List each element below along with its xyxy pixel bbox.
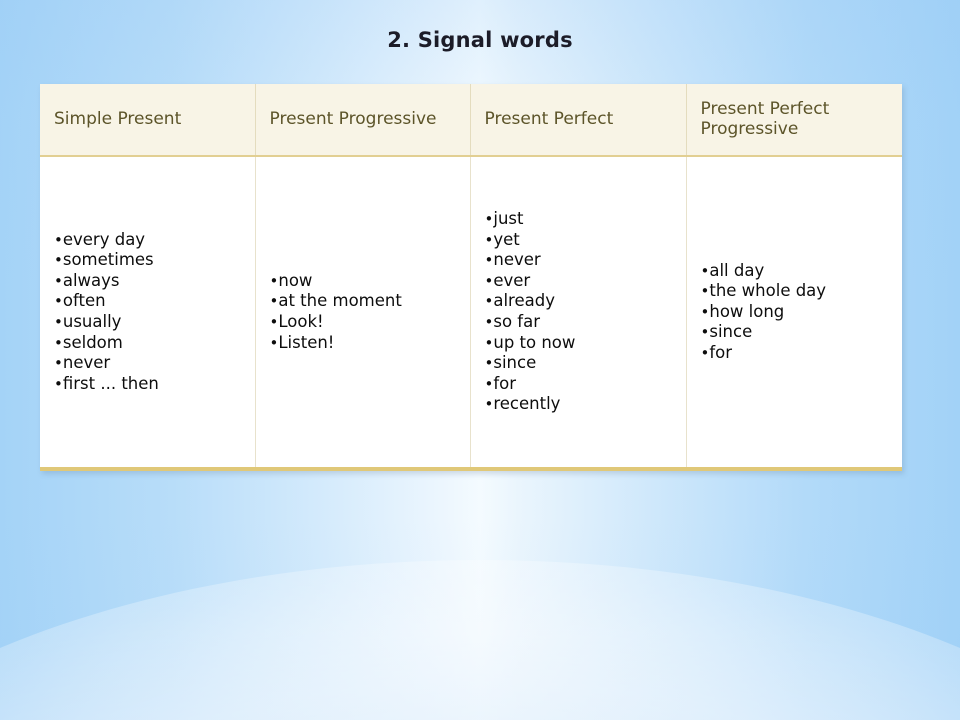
slide-canvas: 2. Signal words Simple Present Present P… bbox=[0, 0, 960, 720]
list-item-label: seldom bbox=[62, 332, 123, 352]
list-item: •how long bbox=[701, 302, 903, 323]
list-item: •so far bbox=[485, 312, 686, 333]
list-item: •Look! bbox=[270, 312, 470, 333]
bullet-list-present-perfect: •just •yet •never •ever •already •so far •up t… bbox=[485, 209, 686, 414]
list-item: •often bbox=[54, 291, 255, 312]
list-item: •since bbox=[485, 353, 686, 374]
list-item: •usually bbox=[54, 312, 255, 333]
cell-present-perfect-progressive: •all day •the whole day •how long •since •fo… bbox=[686, 156, 902, 469]
list-item-label: the whole day bbox=[709, 281, 827, 301]
table-body: •every day •sometimes •always •often •usuall… bbox=[40, 156, 902, 469]
list-item-label: Look! bbox=[278, 312, 324, 331]
bullet-icon: • bbox=[54, 333, 63, 352]
list-item-label: usually bbox=[62, 312, 122, 331]
list-item: •always bbox=[54, 271, 255, 292]
list-item-label: already bbox=[493, 291, 555, 311]
table-row: •every day •sometimes •always •often •usuall… bbox=[40, 156, 902, 469]
list-item-label: so far bbox=[493, 312, 540, 331]
list-item: •never bbox=[54, 353, 255, 374]
list-item-label: just bbox=[493, 209, 524, 229]
list-item-label: first ... then bbox=[62, 373, 159, 393]
list-item-label: often bbox=[62, 291, 106, 311]
column-header-present-perfect: Present Perfect bbox=[470, 84, 687, 157]
table-header-row: Simple Present Present Progressive Prese… bbox=[40, 84, 902, 157]
bullet-icon: • bbox=[54, 354, 63, 373]
bullet-list-present-progressive: •now •at the moment •Look! •Listen! bbox=[270, 271, 470, 353]
bullet-list-simple-present: •every day •sometimes •always •often •usuall… bbox=[54, 230, 255, 394]
list-item: •at the moment bbox=[270, 291, 470, 312]
list-item: •up to now bbox=[485, 333, 686, 354]
bullet-icon: • bbox=[54, 230, 63, 249]
list-item-label: for bbox=[493, 373, 517, 393]
list-item: •Listen! bbox=[270, 333, 470, 354]
list-item: •since bbox=[701, 322, 903, 343]
list-item-label: now bbox=[278, 270, 313, 290]
slide-title: 2. Signal words bbox=[387, 28, 573, 52]
list-item-label: always bbox=[62, 270, 120, 290]
list-item-label: Listen! bbox=[278, 332, 335, 352]
bullet-icon: • bbox=[54, 292, 63, 311]
list-item-label: every day bbox=[62, 229, 146, 249]
table-header-row-group: Simple Present Present Progressive Prese… bbox=[40, 84, 902, 157]
bullet-list-present-perfect-progressive: •all day •the whole day •how long •since •fo… bbox=[701, 261, 903, 364]
list-item-label: never bbox=[493, 250, 541, 270]
list-item: •first ... then bbox=[54, 374, 255, 395]
bullet-icon: • bbox=[54, 271, 63, 290]
list-item: •for bbox=[485, 374, 686, 395]
cell-present-progressive: •now •at the moment •Look! •Listen! bbox=[255, 156, 471, 469]
list-item: •every day bbox=[54, 230, 255, 251]
list-item: •now bbox=[270, 271, 470, 292]
column-header-present-progressive: Present Progressive bbox=[255, 84, 471, 157]
list-item: •yet bbox=[485, 230, 686, 251]
list-item-label: since bbox=[493, 353, 537, 373]
list-item: •seldom bbox=[54, 333, 255, 354]
list-item: •all day bbox=[701, 261, 903, 282]
list-item-label: since bbox=[709, 322, 753, 342]
list-item-label: ever bbox=[493, 270, 531, 290]
list-item-label: never bbox=[62, 353, 111, 373]
bullet-icon: • bbox=[54, 251, 63, 270]
list-item-label: yet bbox=[493, 229, 520, 249]
list-item-label: up to now bbox=[493, 332, 576, 352]
bullet-icon: • bbox=[54, 313, 63, 331]
list-item-label: at the moment bbox=[278, 291, 402, 311]
cell-simple-present: •every day •sometimes •always •often •usuall… bbox=[40, 156, 256, 469]
list-item: •ever bbox=[485, 271, 686, 292]
column-header-present-perfect-progressive: Present Perfect Progressive bbox=[686, 84, 902, 157]
list-item: •sometimes bbox=[54, 250, 255, 271]
list-item-label: for bbox=[709, 342, 733, 362]
list-item: •for bbox=[701, 343, 903, 364]
list-item-label: recently bbox=[493, 394, 561, 414]
list-item-label: how long bbox=[709, 301, 785, 321]
bullet-icon: • bbox=[54, 374, 63, 393]
list-item: •already bbox=[485, 291, 686, 312]
list-item: •never bbox=[485, 250, 686, 271]
signal-words-table: Simple Present Present Progressive Prese… bbox=[40, 84, 902, 471]
list-item-label: sometimes bbox=[62, 250, 154, 270]
signal-words-table-container: Simple Present Present Progressive Prese… bbox=[40, 84, 902, 471]
list-item-label: all day bbox=[709, 260, 765, 280]
list-item: •just bbox=[485, 209, 686, 230]
list-item: •recently bbox=[485, 394, 686, 415]
cell-present-perfect: •just •yet •never •ever •already •so far •up t… bbox=[470, 156, 687, 469]
list-item: •the whole day bbox=[701, 281, 903, 302]
column-header-simple-present: Simple Present bbox=[40, 84, 256, 157]
